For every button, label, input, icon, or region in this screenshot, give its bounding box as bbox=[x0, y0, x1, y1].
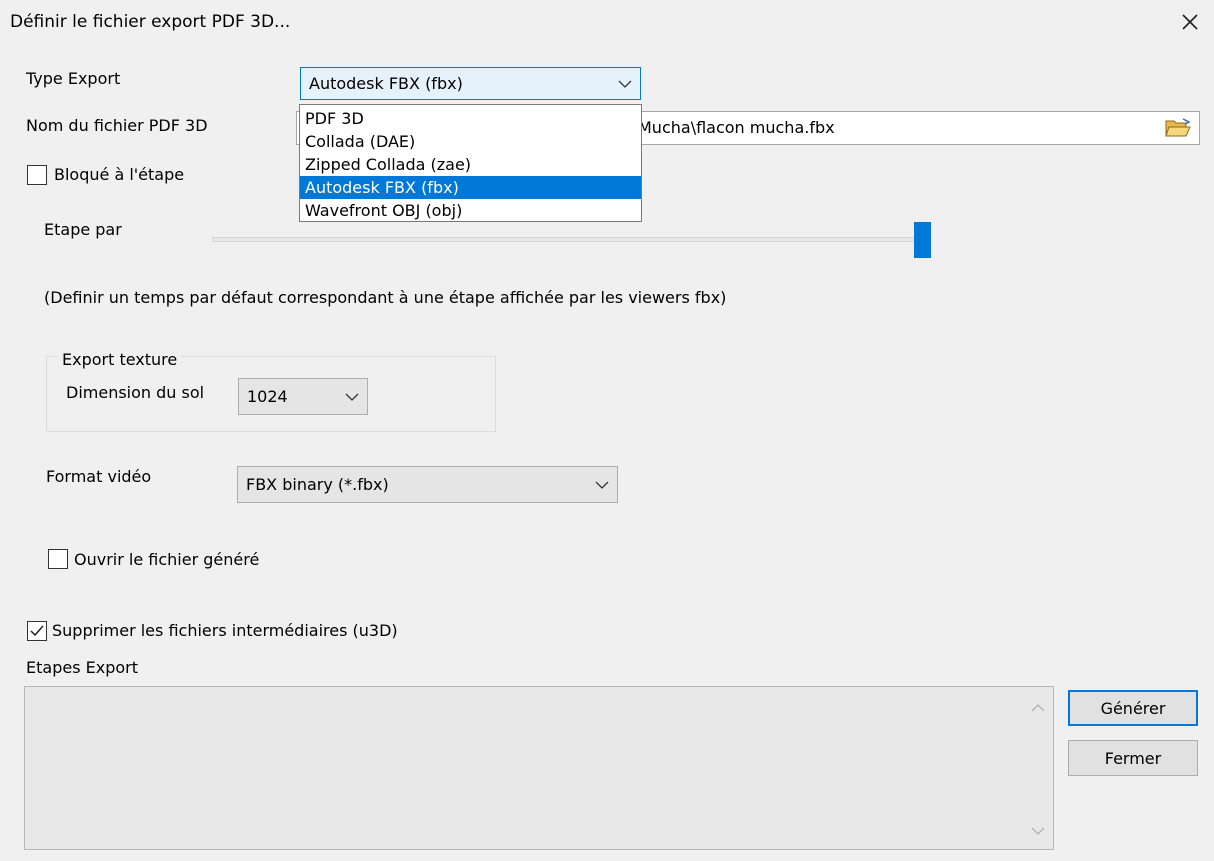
dropdown-option-selected[interactable]: Autodesk FBX (fbx) bbox=[300, 176, 641, 199]
open-file-label: Ouvrir le fichier généré bbox=[74, 550, 260, 569]
export-texture-title: Export texture bbox=[58, 350, 182, 369]
etape-label: Etape par bbox=[44, 220, 122, 239]
delete-intermediate-label: Supprimer les fichiers intermédiaires (u… bbox=[52, 621, 398, 640]
checkmark-icon bbox=[30, 625, 44, 637]
scroll-down-icon[interactable] bbox=[1031, 820, 1045, 839]
type-export-dropdown-list: PDF 3D Collada (DAE) Zipped Collada (zae… bbox=[299, 104, 642, 222]
scroll-up-icon[interactable] bbox=[1031, 697, 1045, 716]
chevron-down-icon bbox=[587, 481, 617, 489]
file-name-value: Mucha\flacon mucha.fbx bbox=[638, 118, 835, 137]
etape-hint: (Definir un temps par défaut corresponda… bbox=[44, 288, 727, 307]
dropdown-option[interactable]: Zipped Collada (zae) bbox=[300, 153, 641, 176]
dropdown-option[interactable]: Wavefront OBJ (obj) bbox=[300, 199, 641, 222]
steps-list[interactable] bbox=[24, 686, 1054, 850]
close-button[interactable]: Fermer bbox=[1068, 740, 1198, 776]
type-export-label: Type Export bbox=[26, 69, 121, 88]
ground-size-value: 1024 bbox=[247, 387, 288, 406]
video-format-label: Format vidéo bbox=[46, 467, 152, 486]
ground-size-label: Dimension du sol bbox=[66, 383, 205, 402]
bloque-checkbox[interactable] bbox=[27, 165, 47, 185]
steps-label: Etapes Export bbox=[26, 658, 138, 677]
ground-size-select[interactable]: 1024 bbox=[238, 378, 368, 415]
video-format-value: FBX binary (*.fbx) bbox=[246, 475, 389, 494]
chevron-down-icon bbox=[337, 393, 367, 401]
video-format-select[interactable]: FBX binary (*.fbx) bbox=[237, 466, 618, 503]
folder-open-icon[interactable] bbox=[1165, 118, 1191, 138]
generate-button[interactable]: Générer bbox=[1068, 690, 1198, 726]
bloque-label: Bloqué à l'étape bbox=[54, 165, 185, 184]
dropdown-option[interactable]: PDF 3D bbox=[300, 107, 641, 130]
type-export-selected: Autodesk FBX (fbx) bbox=[309, 74, 463, 93]
chevron-down-icon bbox=[610, 80, 640, 88]
etape-slider-track[interactable] bbox=[212, 237, 927, 242]
window-title: Définir le fichier export PDF 3D... bbox=[10, 12, 291, 32]
dropdown-option[interactable]: Collada (DAE) bbox=[300, 130, 641, 153]
delete-intermediate-checkbox[interactable] bbox=[27, 621, 47, 641]
file-name-label: Nom du fichier PDF 3D bbox=[26, 116, 208, 135]
etape-slider-thumb[interactable] bbox=[914, 222, 931, 258]
type-export-select[interactable]: Autodesk FBX (fbx) bbox=[300, 67, 641, 100]
open-file-checkbox[interactable] bbox=[48, 549, 68, 569]
close-icon[interactable] bbox=[1176, 8, 1204, 36]
